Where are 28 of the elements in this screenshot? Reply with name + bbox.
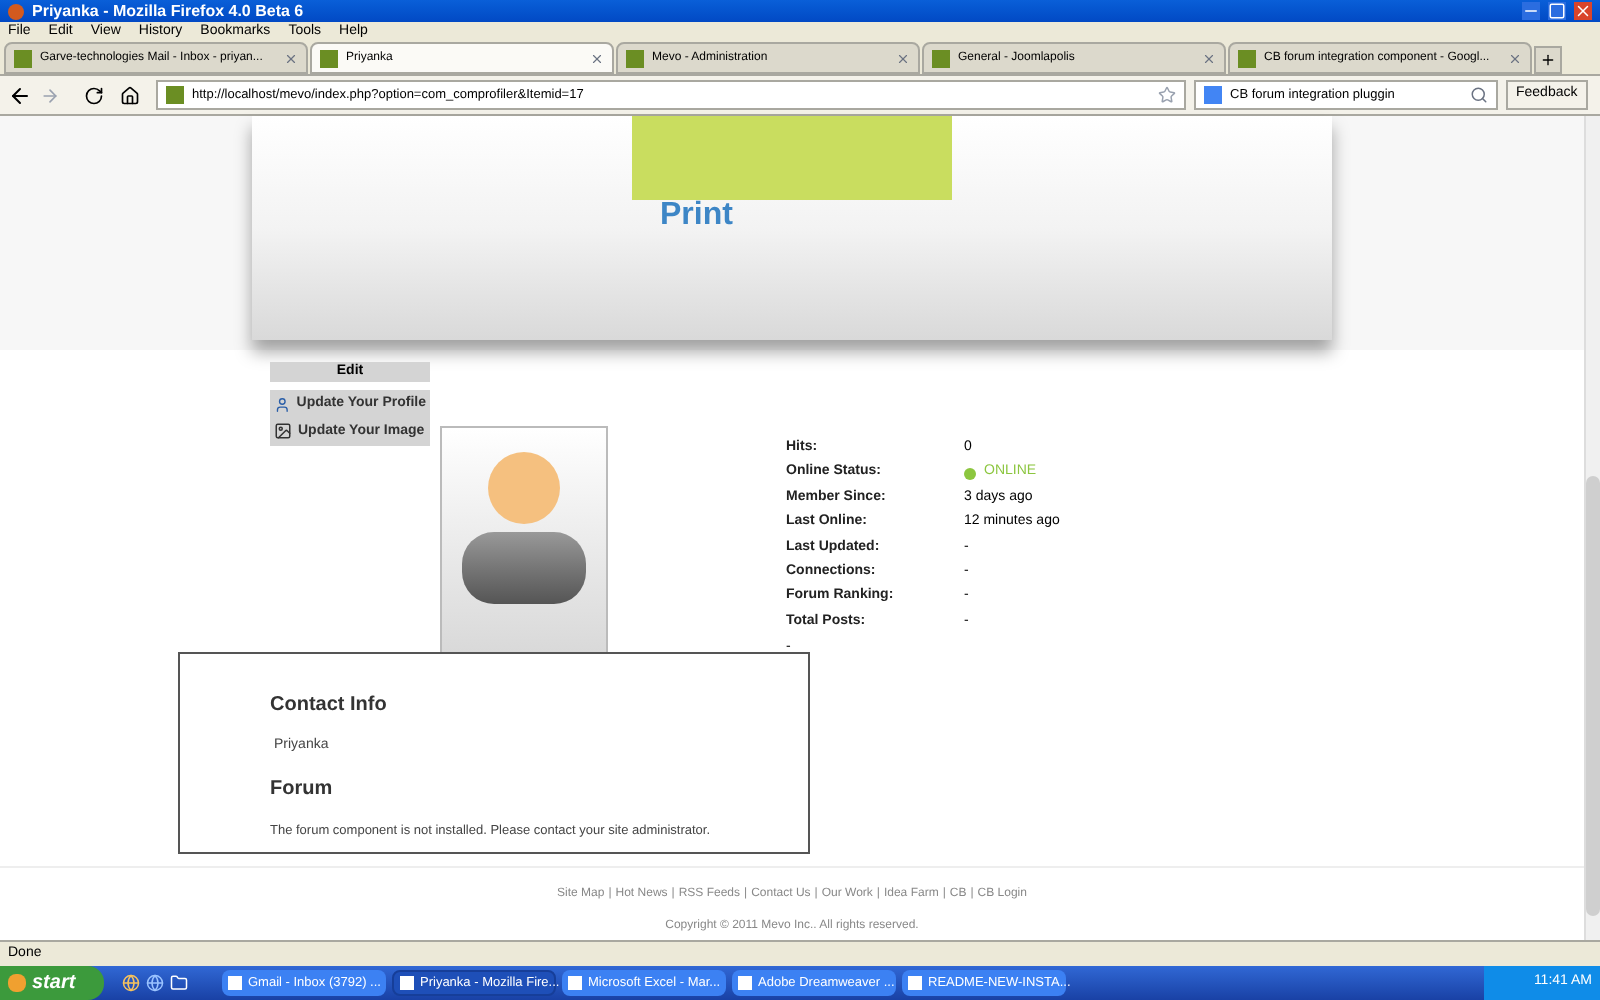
folder-icon[interactable] [170, 974, 188, 992]
print-link[interactable]: Print [660, 192, 733, 240]
start-button[interactable]: start [0, 966, 104, 1000]
back-icon[interactable] [8, 83, 32, 107]
section-heading: Contact Info [270, 692, 389, 720]
avatar-body [462, 532, 586, 604]
close-icon[interactable] [1202, 51, 1216, 65]
image-icon [274, 422, 292, 441]
reload-icon[interactable] [84, 85, 104, 105]
search-icon[interactable] [1470, 86, 1488, 104]
maximize-icon[interactable] [1548, 2, 1566, 20]
browser-icon[interactable] [122, 974, 140, 992]
avatar-head [488, 452, 560, 524]
close-icon[interactable] [284, 51, 298, 65]
plus-icon [1540, 52, 1556, 68]
close-icon[interactable] [896, 51, 910, 65]
minimize-icon[interactable] [1522, 2, 1540, 20]
window-title: Priyanka - Mozilla Firefox 4.0 Beta 6 [32, 3, 306, 19]
home-icon[interactable] [120, 85, 140, 105]
section-heading: Forum [270, 775, 335, 803]
forward-icon[interactable] [40, 85, 60, 105]
new-tab-button[interactable] [1534, 46, 1562, 74]
close-icon[interactable] [590, 51, 604, 65]
scrollbar[interactable] [1584, 116, 1600, 940]
profile-icon [274, 395, 291, 414]
globe-icon[interactable] [146, 974, 164, 992]
bookmark-star-icon[interactable] [1158, 86, 1176, 104]
close-icon[interactable] [1508, 51, 1522, 65]
